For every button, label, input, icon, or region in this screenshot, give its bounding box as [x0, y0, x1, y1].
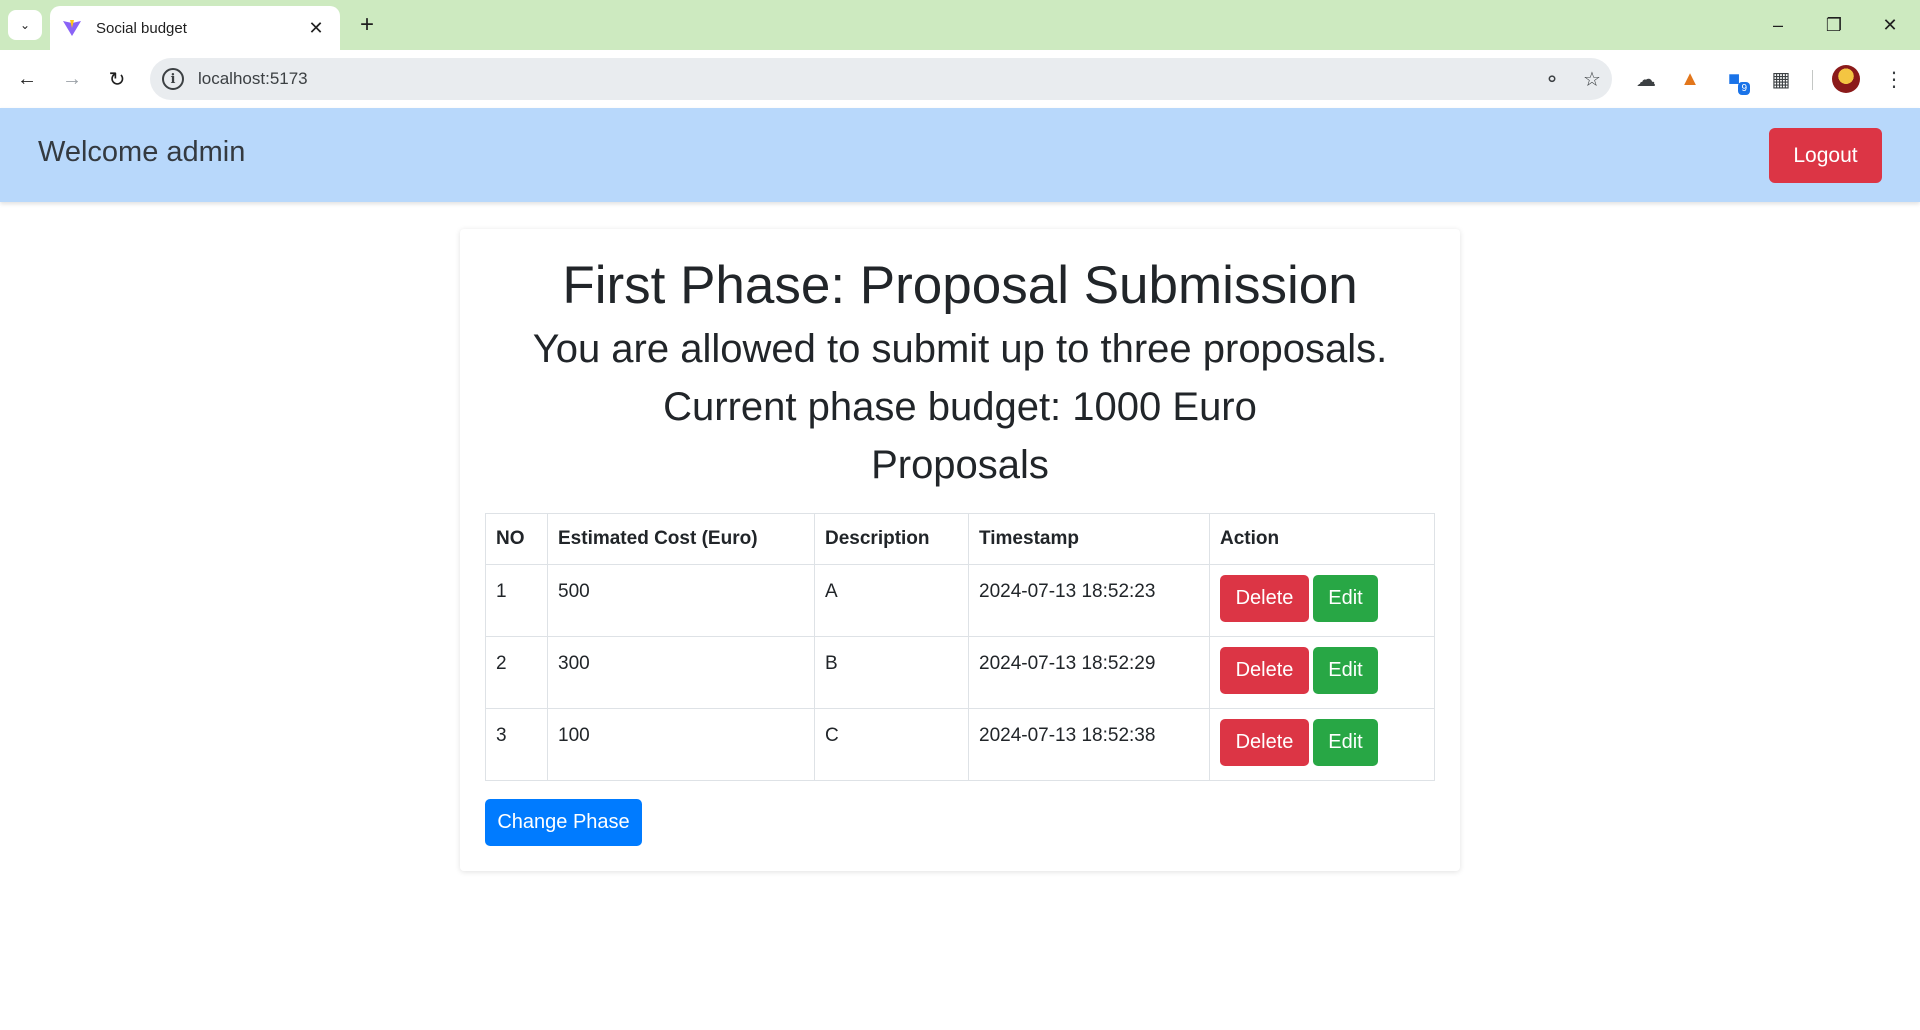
table-row: 2 300 B 2024-07-13 18:52:29 Delete Edit	[485, 636, 1435, 709]
app-header: Welcome admin Logout	[0, 108, 1920, 202]
welcome-text: Welcome admin	[38, 136, 246, 168]
translate-extension-icon[interactable]: ■ 9	[1716, 61, 1752, 97]
restore-icon[interactable]: ❐	[1806, 8, 1862, 42]
edit-button[interactable]: Edit	[1313, 575, 1378, 622]
new-tab-plus-icon[interactable]: +	[352, 10, 382, 40]
cell-description: B	[814, 636, 969, 709]
browser-toolbar: ← → ↻ i localhost:5173 ⚬ ☆ ☁ ▲ ■ 9 ▦ ⋮	[0, 50, 1920, 108]
delete-button[interactable]: Delete	[1220, 575, 1309, 622]
bookmark-star-icon[interactable]: ☆	[1572, 59, 1612, 99]
budget-text: Current phase budget: 1000 Euro	[663, 385, 1257, 429]
proposals-table: NO Estimated Cost (Euro) Description Tim…	[485, 513, 1435, 781]
profile-avatar[interactable]	[1832, 65, 1860, 93]
extensions-puzzle-icon[interactable]: ▦	[1763, 61, 1799, 97]
tab-search-chevron-icon[interactable]: ⌄	[8, 10, 42, 40]
extension-badge: 9	[1738, 82, 1750, 95]
reload-icon[interactable]: ↻	[99, 61, 135, 97]
header-action: Action	[1209, 513, 1435, 565]
browser-tab-bar: ⌄ Social budget ✕ + – ❐ ✕	[0, 0, 1920, 50]
minimize-icon[interactable]: –	[1750, 8, 1806, 42]
url-text[interactable]: localhost:5173	[198, 69, 1532, 89]
cell-no: 3	[485, 708, 548, 781]
proposal-card: First Phase: Proposal Submission You are…	[460, 229, 1460, 871]
cell-timestamp: 2024-07-13 18:52:23	[968, 564, 1210, 637]
cell-action: Delete Edit	[1209, 708, 1435, 781]
cell-action: Delete Edit	[1209, 636, 1435, 709]
browser-tab[interactable]: Social budget ✕	[50, 6, 340, 50]
header-description: Description	[814, 513, 969, 565]
cloud-extension-icon[interactable]: ☁	[1628, 61, 1664, 97]
delete-button[interactable]: Delete	[1220, 719, 1309, 766]
metamask-fox-icon[interactable]: ▲	[1672, 61, 1708, 97]
cell-cost: 300	[547, 636, 815, 709]
site-info-icon[interactable]: i	[162, 68, 184, 90]
header-timestamp: Timestamp	[968, 513, 1210, 565]
cell-timestamp: 2024-07-13 18:52:38	[968, 708, 1210, 781]
table-row: 1 500 A 2024-07-13 18:52:23 Delete Edit	[485, 564, 1435, 637]
cell-no: 1	[485, 564, 548, 637]
table-row: 3 100 C 2024-07-13 18:52:38 Delete Edit	[485, 708, 1435, 781]
back-arrow-icon[interactable]: ←	[9, 61, 45, 97]
toolbar-divider	[1812, 70, 1813, 90]
table-header-row: NO Estimated Cost (Euro) Description Tim…	[485, 513, 1435, 565]
page-title: First Phase: Proposal Submission	[562, 256, 1358, 315]
edit-button[interactable]: Edit	[1313, 647, 1378, 694]
cell-no: 2	[485, 636, 548, 709]
header-cost: Estimated Cost (Euro)	[547, 513, 815, 565]
vite-favicon-icon	[63, 20, 81, 36]
forward-arrow-icon[interactable]: →	[54, 61, 90, 97]
cell-action: Delete Edit	[1209, 564, 1435, 637]
address-bar[interactable]: i localhost:5173 ⚬ ☆	[150, 58, 1612, 100]
edit-button[interactable]: Edit	[1313, 719, 1378, 766]
close-window-icon[interactable]: ✕	[1862, 8, 1918, 42]
cell-description: A	[814, 564, 969, 637]
change-phase-button[interactable]: Change Phase	[485, 799, 642, 846]
cell-timestamp: 2024-07-13 18:52:29	[968, 636, 1210, 709]
delete-button[interactable]: Delete	[1220, 647, 1309, 694]
proposals-heading: Proposals	[871, 443, 1049, 487]
browser-menu-icon[interactable]: ⋮	[1876, 61, 1912, 97]
tab-title: Social budget	[96, 19, 187, 37]
cell-cost: 500	[547, 564, 815, 637]
cell-cost: 100	[547, 708, 815, 781]
header-no: NO	[485, 513, 548, 565]
tab-close-icon[interactable]: ✕	[304, 18, 328, 39]
page-subtitle: You are allowed to submit up to three pr…	[532, 327, 1388, 371]
logout-button[interactable]: Logout	[1769, 128, 1882, 183]
cell-description: C	[814, 708, 969, 781]
password-key-icon[interactable]: ⚬	[1532, 59, 1572, 99]
